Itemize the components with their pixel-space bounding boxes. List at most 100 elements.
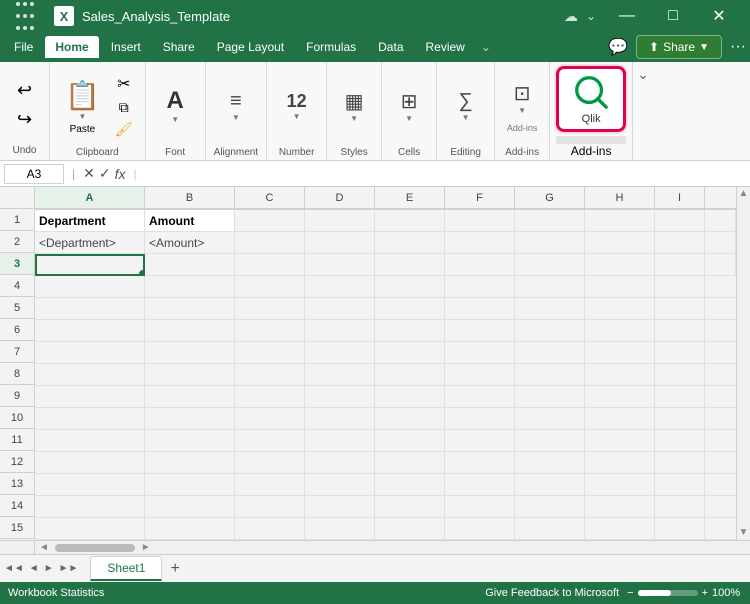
col-header-A[interactable]: A [35,187,145,209]
zoom-slider[interactable] [638,590,698,596]
row-header-15[interactable]: 15 [0,517,35,539]
cell-F3[interactable] [445,254,515,276]
menu-share[interactable]: Share [153,36,205,58]
cell-C2[interactable] [235,232,305,254]
cell-G6[interactable] [515,320,585,342]
cell-G3[interactable] [515,254,585,276]
comment-icon[interactable]: 💬 [608,37,628,57]
redo-button[interactable]: ↪ [10,106,39,133]
formula-input[interactable] [145,165,746,183]
cell-H2[interactable] [585,232,655,254]
add-sheet-button[interactable]: + [166,560,183,578]
col-header-G[interactable]: G [515,187,585,209]
cell-H11[interactable] [585,430,655,452]
sheet-nav-first[interactable]: ◄◄ [4,563,24,574]
cell-C3[interactable] [235,254,305,276]
row-header-7[interactable]: 7 [0,341,35,363]
cell-G4[interactable] [515,276,585,298]
format-painter-button[interactable]: 🖌 [111,119,137,140]
cell-C7[interactable] [235,342,305,364]
cell-H13[interactable] [585,474,655,496]
cell-E5[interactable] [375,298,445,320]
cell-B11[interactable] [145,430,235,452]
cell-B9[interactable] [145,386,235,408]
undo-button[interactable]: ↩ [10,77,39,104]
cell-G12[interactable] [515,452,585,474]
menu-page-layout[interactable]: Page Layout [207,36,294,58]
cell-E2[interactable] [375,232,445,254]
cell-E13[interactable] [375,474,445,496]
cell-F1[interactable] [445,210,515,232]
cell-D4[interactable] [305,276,375,298]
zoom-in-button[interactable]: + [702,587,708,599]
cell-H7[interactable] [585,342,655,364]
cell-A11[interactable] [35,430,145,452]
row-header-10[interactable]: 10 [0,407,35,429]
cell-A13[interactable] [35,474,145,496]
cell-F5[interactable] [445,298,515,320]
feedback-text[interactable]: Give Feedback to Microsoft [485,587,619,599]
cell-D15[interactable] [305,518,375,540]
workbook-statistics[interactable]: Workbook Statistics [8,587,104,599]
col-header-H[interactable]: H [585,187,655,209]
cell-I14[interactable] [655,496,705,518]
horizontal-scrollbar[interactable]: ◄ ► [35,541,736,554]
fx-icon[interactable]: fx [115,166,126,182]
cell-I8[interactable] [655,364,705,386]
check-icon[interactable]: ✓ [99,165,111,182]
cell-C8[interactable] [235,364,305,386]
cell-B1[interactable]: Amount [145,210,235,232]
cell-A4[interactable] [35,276,145,298]
cut-button[interactable]: ✂ [111,72,137,96]
cell-G14[interactable] [515,496,585,518]
cells-button[interactable]: ⊞ ▼ [391,86,427,126]
cell-I4[interactable] [655,276,705,298]
col-header-I[interactable]: I [655,187,705,209]
cell-H9[interactable] [585,386,655,408]
cell-H15[interactable] [585,518,655,540]
cross-icon[interactable]: ✕ [83,165,95,182]
row-header-6[interactable]: 6 [0,319,35,341]
cell-D13[interactable] [305,474,375,496]
cell-E8[interactable] [375,364,445,386]
cell-B2[interactable]: <Amount> [145,232,235,254]
menu-data[interactable]: Data [368,36,413,58]
row-header-9[interactable]: 9 [0,385,35,407]
cell-E14[interactable] [375,496,445,518]
cell-A6[interactable] [35,320,145,342]
cell-reference-input[interactable] [4,164,64,184]
cell-I15[interactable] [655,518,705,540]
cell-F2[interactable] [445,232,515,254]
editing-button[interactable]: ∑ ▼ [448,87,484,125]
row-header-2[interactable]: 2 [0,231,35,253]
cell-F12[interactable] [445,452,515,474]
cell-E12[interactable] [375,452,445,474]
sheet-nav-last[interactable]: ►► [59,563,79,574]
scroll-left-arrow[interactable]: ◄ [39,542,49,553]
cell-I12[interactable] [655,452,705,474]
cell-H4[interactable] [585,276,655,298]
cell-G9[interactable] [515,386,585,408]
cell-I13[interactable] [655,474,705,496]
cell-H5[interactable] [585,298,655,320]
cell-C9[interactable] [235,386,305,408]
zoom-out-button[interactable]: − [627,587,633,599]
cell-B7[interactable] [145,342,235,364]
cell-F14[interactable] [445,496,515,518]
cell-I5[interactable] [655,298,705,320]
menu-more-chevron[interactable]: ⌄ [477,40,495,54]
cell-A2[interactable]: <Department> [35,232,145,254]
row-header-12[interactable]: 12 [0,451,35,473]
cell-B14[interactable] [145,496,235,518]
row-header-8[interactable]: 8 [0,363,35,385]
cell-C13[interactable] [235,474,305,496]
cell-I10[interactable] [655,408,705,430]
cell-I3[interactable] [655,254,705,276]
col-header-F[interactable]: F [445,187,515,209]
cell-D9[interactable] [305,386,375,408]
cell-C12[interactable] [235,452,305,474]
cell-H1[interactable] [585,210,655,232]
cell-C10[interactable] [235,408,305,430]
cell-D1[interactable] [305,210,375,232]
cell-F8[interactable] [445,364,515,386]
